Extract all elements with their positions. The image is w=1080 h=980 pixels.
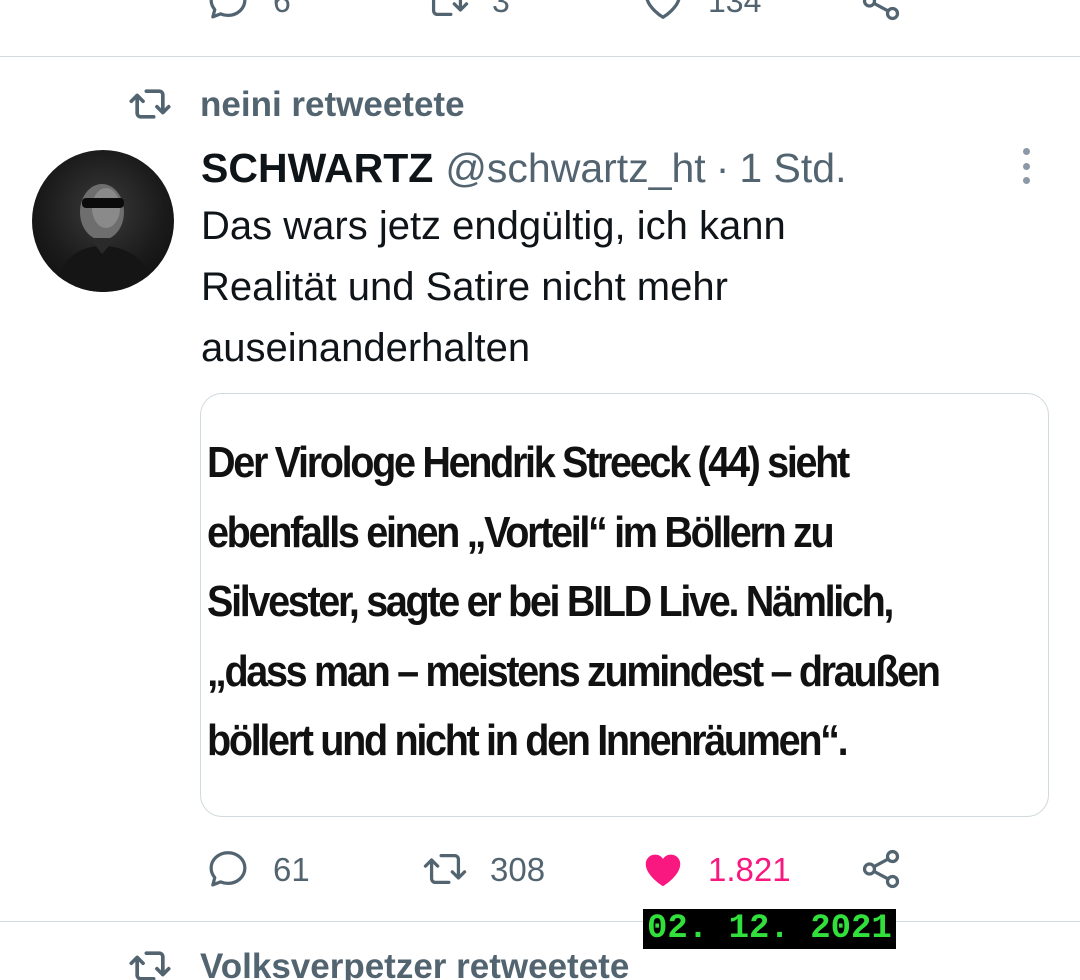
retweet-banner-text: neini retweetete (200, 84, 465, 124)
image-text: Der Virologe Hendrik Streeck (44) sieht … (207, 428, 963, 776)
reply-button[interactable]: 61 (205, 846, 310, 892)
image-text-line: „dass man – meistens zumindest – draußen (207, 646, 941, 696)
prev-share-button[interactable] (858, 0, 904, 24)
author-name[interactable]: SCHWARTZ (201, 143, 433, 193)
tweet-media-image[interactable]: Der Virologe Hendrik Streeck (44) sieht … (200, 393, 1049, 817)
next-retweet-banner-text: Volksverpetzer retweetete (200, 946, 630, 980)
prev-like-button[interactable]: 134 (640, 0, 761, 24)
prev-reply-count: 6 (273, 0, 291, 19)
tweet-divider (0, 56, 1080, 57)
reply-icon (209, 851, 247, 887)
retweet-banner[interactable]: neini retweetete (128, 82, 465, 126)
retweet-count: 308 (490, 850, 546, 888)
header-separator: · (715, 145, 730, 191)
more-icon (1022, 148, 1030, 155)
share-icon (862, 0, 900, 21)
share-button[interactable] (858, 846, 904, 892)
tweet-text-line: Realität und Satire nicht mehr (201, 265, 728, 309)
tweet-text: Das wars jetz endgültig, ich kann Realit… (201, 196, 1001, 379)
prev-retweet-button[interactable]: 3 (424, 0, 510, 24)
image-text-line: ebenfalls einen „Vorteil“ im Böllern zu (207, 507, 835, 557)
retweet-icon (129, 951, 171, 980)
retweet-button[interactable]: 308 (422, 846, 545, 892)
tweet-timestamp[interactable]: 1 Std. (739, 143, 846, 193)
image-text-line: böllert und nicht in den Innenräumen“. (207, 716, 849, 765)
heart-icon (645, 854, 681, 887)
more-options-button[interactable] (1008, 148, 1044, 184)
prev-like-count: 134 (708, 0, 762, 19)
retweet-icon (129, 89, 171, 119)
image-text-line: Der Virologe Hendrik Streeck (44) sieht (207, 438, 850, 487)
avatar[interactable] (32, 150, 174, 292)
share-icon (862, 849, 900, 889)
author-handle[interactable]: @schwartz_ht (445, 143, 705, 193)
tweet-header: SCHWARTZ @schwartz_ht · 1 Std. (201, 143, 846, 193)
prev-retweet-count: 3 (492, 0, 510, 19)
retweet-icon (423, 853, 467, 885)
like-count: 1.821 (708, 850, 791, 888)
reply-count: 61 (273, 850, 310, 888)
avatar-photo (52, 184, 156, 292)
retweet-icon (431, 0, 469, 17)
next-retweet-banner[interactable]: Volksverpetzer retweetete (128, 944, 629, 980)
date-stamp: 02. 12. 2021 (643, 909, 896, 949)
like-button[interactable]: 1.821 (640, 846, 791, 892)
prev-reply-button[interactable]: 6 (205, 0, 291, 24)
tweet-divider (0, 921, 1080, 922)
heart-icon (645, 0, 681, 19)
image-text-line: Silvester, sagte er bei BILD Live. Nämli… (207, 577, 894, 626)
tweet-text-line: Das wars jetz endgültig, ich kann (201, 204, 786, 248)
reply-icon (209, 0, 247, 19)
tweet-text-line: auseinanderhalten (201, 326, 531, 370)
